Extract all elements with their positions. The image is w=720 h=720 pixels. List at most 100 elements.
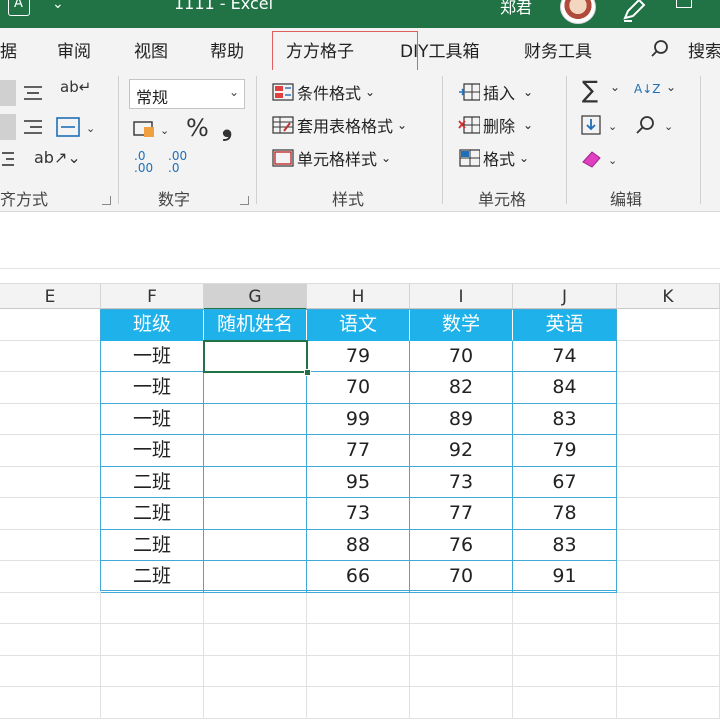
empty-cell[interactable]: [617, 372, 720, 404]
comma-style-button[interactable]: ❟: [222, 112, 232, 143]
table-header-cell[interactable]: 语文: [307, 309, 410, 341]
cell-styles-button[interactable]: 单元格样式 ⌄: [272, 146, 391, 170]
alignment-dialog-launcher[interactable]: [102, 196, 111, 205]
orientation-icon[interactable]: ab↗⌄: [34, 148, 81, 167]
empty-cell[interactable]: [101, 655, 204, 687]
empty-cell[interactable]: [307, 592, 410, 624]
delete-cells-button[interactable]: 删除 ⌄: [458, 113, 533, 137]
table-cell[interactable]: 70: [410, 561, 513, 593]
table-cell[interactable]: 一班: [101, 340, 204, 372]
empty-cell[interactable]: [617, 498, 720, 530]
number-format-select[interactable]: 常规 ⌄: [129, 79, 245, 109]
worksheet-grid[interactable]: 班级 随机姓名 语文 数学 英语 一班 79 70 74 一班 70 82 84 一班 99 89 83 一班 77…: [0, 309, 720, 720]
empty-cell[interactable]: [307, 655, 410, 687]
empty-cell[interactable]: [617, 655, 720, 687]
table-cell[interactable]: 74: [513, 340, 617, 372]
tab-fangfang[interactable]: 方方格子: [286, 37, 354, 62]
find-select-icon[interactable]: ⌄: [634, 114, 676, 138]
table-cell[interactable]: 70: [307, 372, 410, 404]
empty-cell[interactable]: [204, 592, 307, 624]
table-header-cell[interactable]: 数学: [410, 309, 513, 341]
empty-cell[interactable]: [513, 687, 617, 719]
table-cell[interactable]: 82: [410, 372, 513, 404]
table-cell[interactable]: 二班: [101, 529, 204, 561]
format-cells-button[interactable]: 格式 ⌄: [458, 146, 529, 170]
quick-access-chevron-icon[interactable]: ⌄: [52, 0, 64, 12]
empty-cell[interactable]: [410, 687, 513, 719]
empty-cell[interactable]: [307, 687, 410, 719]
empty-cell[interactable]: [0, 372, 101, 404]
table-cell[interactable]: 83: [513, 403, 617, 435]
number-dialog-launcher[interactable]: [240, 196, 249, 205]
wrap-text-icon[interactable]: ab↵: [60, 78, 91, 96]
empty-cell[interactable]: [0, 403, 101, 435]
table-cell[interactable]: [204, 403, 307, 435]
autosum-button[interactable]: ∑: [582, 76, 598, 104]
column-header-e[interactable]: E: [0, 284, 101, 310]
table-cell[interactable]: 一班: [101, 372, 204, 404]
empty-cell[interactable]: [307, 624, 410, 656]
autosave-icon[interactable]: A: [8, 0, 30, 16]
table-header-cell[interactable]: 随机姓名: [204, 309, 307, 341]
table-cell[interactable]: 66: [307, 561, 410, 593]
empty-cell[interactable]: [0, 498, 101, 530]
column-header-h[interactable]: H: [307, 284, 410, 310]
empty-cell[interactable]: [410, 655, 513, 687]
empty-cell[interactable]: [0, 561, 101, 593]
empty-cell[interactable]: [617, 309, 720, 341]
decrease-decimal-button[interactable]: .00 .0: [168, 150, 194, 174]
align-right-icon[interactable]: [22, 118, 44, 138]
tab-finance-tools[interactable]: 财务工具: [524, 37, 592, 62]
empty-cell[interactable]: [0, 624, 101, 656]
autosum-chevron-icon[interactable]: ⌄: [610, 80, 620, 94]
tab-view[interactable]: 视图: [134, 37, 168, 62]
table-cell[interactable]: 二班: [101, 561, 204, 593]
clear-eraser-icon[interactable]: ⌄: [580, 148, 620, 170]
table-cell[interactable]: 二班: [101, 498, 204, 530]
table-cell[interactable]: 73: [307, 498, 410, 530]
table-cell[interactable]: [204, 498, 307, 530]
empty-cell[interactable]: [617, 340, 720, 372]
table-cell[interactable]: 92: [410, 435, 513, 467]
empty-cell[interactable]: [513, 592, 617, 624]
column-header-j[interactable]: J: [513, 284, 617, 310]
empty-cell[interactable]: [617, 435, 720, 467]
fill-handle[interactable]: [304, 369, 311, 376]
tab-diy-toolbox[interactable]: DIY工具箱: [400, 37, 480, 62]
empty-cell[interactable]: [410, 592, 513, 624]
tab-review[interactable]: 审阅: [57, 37, 91, 62]
tell-me-search[interactable]: 搜索: [688, 37, 720, 62]
empty-cell[interactable]: [0, 529, 101, 561]
indent-icon[interactable]: [0, 150, 16, 170]
align-left-button[interactable]: [0, 80, 16, 106]
insert-cells-button[interactable]: 插入 ⌄: [458, 80, 533, 104]
empty-cell[interactable]: [101, 592, 204, 624]
percent-style-button[interactable]: %: [186, 114, 209, 142]
increase-decimal-button[interactable]: .0 .00: [134, 150, 162, 174]
table-cell[interactable]: 83: [513, 529, 617, 561]
table-cell[interactable]: [204, 529, 307, 561]
format-as-table-button[interactable]: 套用表格格式 ⌄: [272, 113, 407, 137]
empty-cell[interactable]: [204, 655, 307, 687]
column-header-g[interactable]: G: [204, 284, 307, 310]
table-cell[interactable]: 79: [307, 340, 410, 372]
table-cell[interactable]: 76: [410, 529, 513, 561]
table-cell[interactable]: 77: [307, 435, 410, 467]
search-icon[interactable]: [650, 39, 670, 59]
empty-cell[interactable]: [513, 624, 617, 656]
empty-cell[interactable]: [0, 435, 101, 467]
empty-cell[interactable]: [617, 624, 720, 656]
table-cell[interactable]: [204, 435, 307, 467]
table-cell[interactable]: [204, 372, 307, 404]
empty-cell[interactable]: [617, 529, 720, 561]
table-cell[interactable]: 95: [307, 466, 410, 498]
table-cell[interactable]: 二班: [101, 466, 204, 498]
empty-cell[interactable]: [617, 561, 720, 593]
empty-cell[interactable]: [0, 340, 101, 372]
table-cell[interactable]: [204, 466, 307, 498]
fill-down-icon[interactable]: ⌄: [580, 114, 620, 138]
empty-cell[interactable]: [617, 466, 720, 498]
table-cell[interactable]: 88: [307, 529, 410, 561]
empty-cell[interactable]: [617, 592, 720, 624]
pen-icon[interactable]: [620, 0, 648, 24]
